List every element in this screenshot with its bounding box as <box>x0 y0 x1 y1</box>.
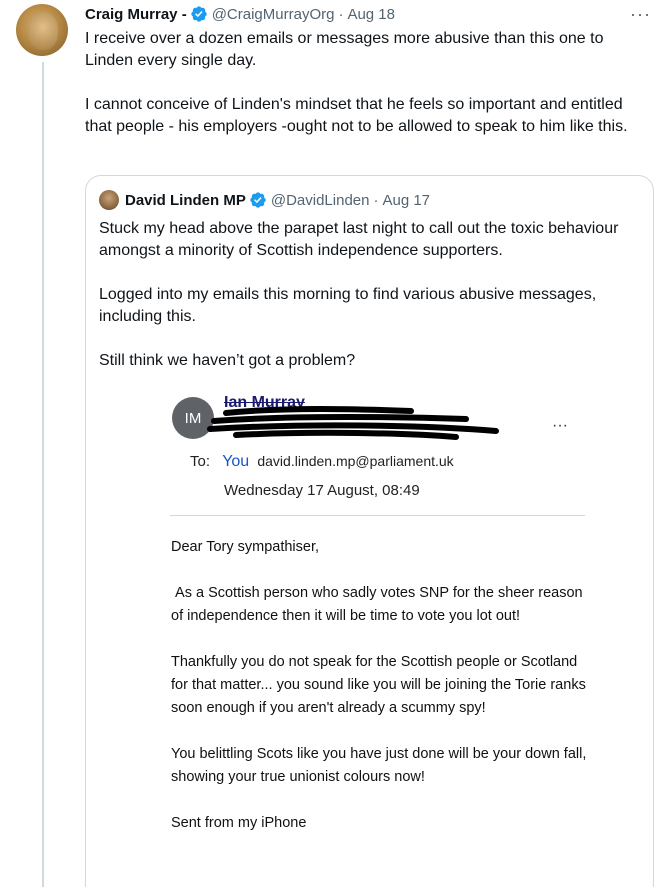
more-horizontal-icon[interactable]: ··· <box>630 4 651 25</box>
email-body: Dear Tory sympathiser, As a Scottish per… <box>171 536 591 835</box>
to-address: david.linden.mp@parliament.uk <box>257 453 454 469</box>
avatar[interactable] <box>16 4 68 56</box>
tweet-paragraph: I cannot conceive of Linden's mindset th… <box>85 96 628 135</box>
separator-dot: · <box>373 191 379 209</box>
quote-author-name: David Linden MP <box>125 191 246 209</box>
email-paragraph: Thankfully you do not speak for the Scot… <box>171 654 586 716</box>
separator-dot: · <box>338 5 344 23</box>
to-recipient: You <box>222 453 250 470</box>
email-divider <box>170 515 585 516</box>
email-paragraph: Dear Tory sympathiser, <box>171 539 320 555</box>
tweet-paragraph: I receive over a dozen emails or message… <box>85 30 604 69</box>
to-label: To: <box>190 453 211 470</box>
quote-date: Aug 17 <box>382 191 431 209</box>
quote-text: Stuck my head above the parapet last nig… <box>99 218 639 372</box>
quote-author-handle: @DavidLinden <box>270 191 370 209</box>
redaction-scribble <box>207 406 499 440</box>
tweet-date[interactable]: Aug 18 <box>347 6 395 23</box>
quote-header: David Linden MP @DavidLinden · Aug 17 <box>99 189 430 211</box>
tweet-header: Craig Murray - @CraigMurrayOrg · Aug 18 <box>85 4 395 24</box>
quote-avatar <box>99 190 119 210</box>
tweet-text: I receive over a dozen emails or message… <box>85 28 645 138</box>
quote-paragraph: Stuck my head above the parapet last nig… <box>99 220 619 259</box>
verified-badge-icon <box>191 6 207 22</box>
email-paragraph: As a Scottish person who sadly votes SNP… <box>171 585 587 624</box>
email-paragraph: You belittling Scots like you have just … <box>171 746 587 785</box>
email-screenshot-image[interactable]: IM Ian Murray ··· To: You david.linden.m… <box>86 381 653 887</box>
thread-line <box>42 62 44 887</box>
quoted-tweet-card[interactable]: David Linden MP @DavidLinden · Aug 17 St… <box>85 175 654 887</box>
email-date: Wednesday 17 August, 08:49 <box>224 482 420 499</box>
email-more-icon: ··· <box>552 417 568 434</box>
author-handle[interactable]: @CraigMurrayOrg <box>212 6 335 23</box>
author-name[interactable]: Craig Murray - <box>85 6 187 23</box>
quote-paragraph: Logged into my emails this morning to fi… <box>99 286 597 325</box>
verified-badge-icon <box>250 192 266 208</box>
email-to-line: To: You david.linden.mp@parliament.uk <box>190 453 454 471</box>
email-paragraph: Sent from my iPhone <box>171 815 307 831</box>
quote-paragraph: Still think we haven’t got a problem? <box>99 352 356 369</box>
